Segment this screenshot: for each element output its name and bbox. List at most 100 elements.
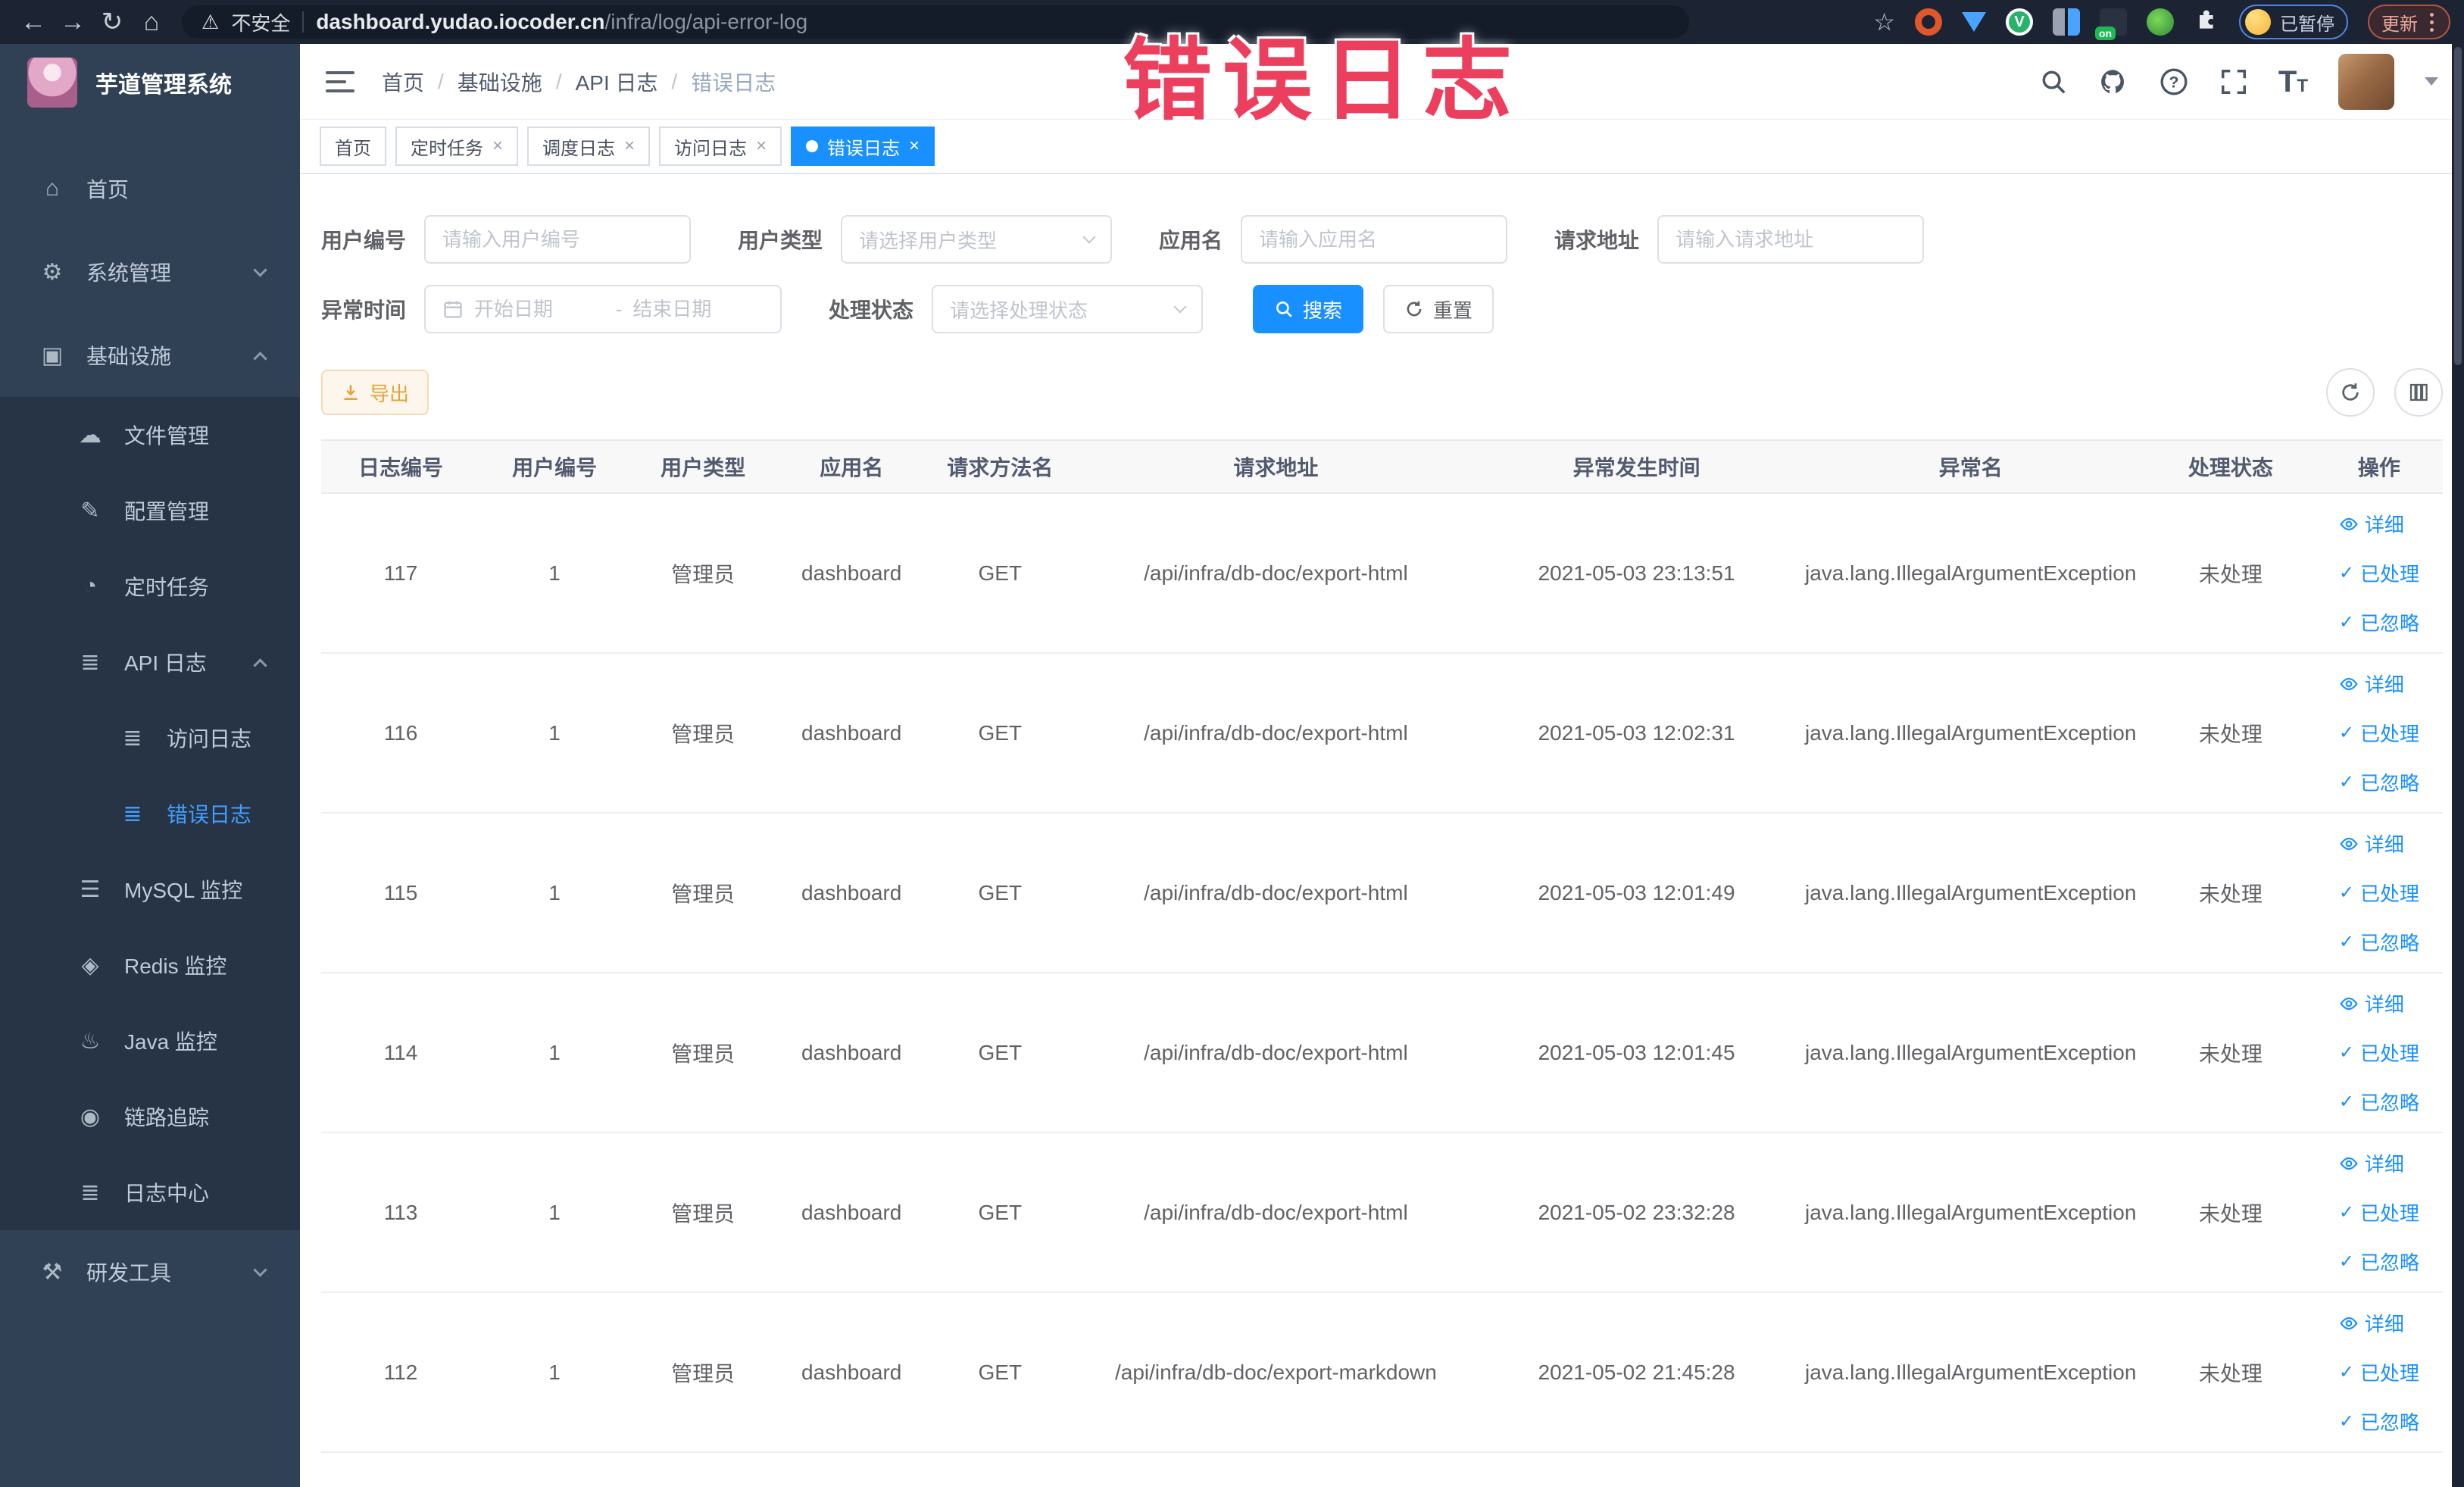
ext-onoff-icon[interactable]: on xyxy=(2095,8,2127,40)
sidebar-toggle-icon[interactable] xyxy=(326,70,354,92)
breadcrumb-item[interactable]: 首页 xyxy=(382,67,424,97)
sidebar-item-file-mgmt[interactable]: ☁ 文件管理 xyxy=(0,397,300,473)
update-chip[interactable]: 更新 xyxy=(2368,5,2450,39)
ext-shield-icon[interactable] xyxy=(1962,12,1986,32)
security-warning-icon[interactable]: ⚠ xyxy=(201,11,219,34)
tab-close-icon[interactable]: × xyxy=(909,136,920,157)
check-icon: ✓ xyxy=(2338,883,2354,903)
table-row: 114 1 管理员 dashboard GET/api/infra/db-doc/exp… xyxy=(321,973,2443,1133)
date-range-picker[interactable]: - xyxy=(424,285,782,333)
breadcrumb-item[interactable]: 基础设施 xyxy=(458,67,542,97)
check-icon: ✓ xyxy=(2338,1202,2354,1223)
processed-link[interactable]: ✓ 已处理 xyxy=(2339,879,2419,907)
sidebar-item-trace[interactable]: ◉ 链路追踪 xyxy=(0,1079,300,1154)
puzzle-icon[interactable] xyxy=(2194,9,2219,35)
home-button[interactable]: ⌂ xyxy=(132,0,171,44)
tab-调度日志[interactable]: 调度日志 × xyxy=(527,127,651,166)
help-icon[interactable]: ? xyxy=(2159,67,2189,97)
breadcrumb-separator: / xyxy=(671,69,678,93)
ext-orange-icon[interactable] xyxy=(1915,8,1942,36)
date-start-input[interactable] xyxy=(474,297,605,321)
forward-button[interactable]: → xyxy=(53,0,92,44)
processed-link[interactable]: ✓ 已处理 xyxy=(2339,719,2419,747)
search-icon[interactable] xyxy=(2039,67,2068,96)
ignored-link[interactable]: ✓ 已忽略 xyxy=(2339,1088,2419,1116)
sidebar-item-error-log[interactable]: ≣ 错误日志 xyxy=(0,776,300,851)
ignored-link[interactable]: ✓ 已忽略 xyxy=(2339,608,2419,636)
tab-close-icon[interactable]: × xyxy=(756,136,767,157)
sidebar-item-api-log[interactable]: ≣ API 日志 xyxy=(0,624,300,700)
breadcrumb-item[interactable]: API 日志 xyxy=(576,67,658,97)
detail-link[interactable]: 详细 xyxy=(2339,1149,2419,1177)
sidebar-item-system-mgmt[interactable]: ⚙ 系统管理 xyxy=(0,230,300,314)
detail-link[interactable]: 详细 xyxy=(2339,510,2419,538)
logo[interactable]: 芋道管理系统 xyxy=(0,44,300,121)
processed-link[interactable]: ✓ 已处理 xyxy=(2339,559,2419,587)
ext-plant-icon[interactable] xyxy=(2147,8,2174,36)
app-name-input[interactable] xyxy=(1241,215,1508,264)
tab-定时任务[interactable]: 定时任务 × xyxy=(395,127,519,166)
processed-link[interactable]: ✓ 已处理 xyxy=(2339,1358,2419,1386)
avatar[interactable] xyxy=(2338,53,2394,110)
ignored-link[interactable]: ✓ 已忽略 xyxy=(2339,928,2419,956)
cell-empty xyxy=(777,1452,926,1481)
avatar-caret-icon[interactable] xyxy=(2425,77,2438,86)
sidebar-item-config-mgmt[interactable]: ✎ 配置管理 xyxy=(0,473,300,548)
scrollbar[interactable] xyxy=(2452,44,2464,1487)
detail-link[interactable]: 详细 xyxy=(2339,829,2419,858)
sidebar-item-dev-tools[interactable]: ⚒ 研发工具 xyxy=(0,1230,300,1314)
ignored-link[interactable]: ✓ 已忽略 xyxy=(2339,1248,2419,1276)
detail-link[interactable]: 详细 xyxy=(2339,1309,2419,1337)
url-divider xyxy=(302,11,304,33)
tab-错误日志[interactable]: 错误日志 × xyxy=(791,127,935,166)
processed-link[interactable]: ✓ 已处理 xyxy=(2339,1039,2419,1067)
tab-close-icon[interactable]: × xyxy=(492,136,503,157)
request-url-input[interactable] xyxy=(1657,215,1925,264)
filter-process-status: 处理状态 请选择处理状态 xyxy=(829,285,1204,333)
back-button[interactable]: ← xyxy=(14,0,53,44)
tab-首页[interactable]: 首页 xyxy=(320,127,386,166)
profile-chip[interactable]: 已暂停 xyxy=(2239,5,2348,39)
ext-green-v-icon[interactable]: V xyxy=(2006,8,2033,36)
app-name-field[interactable] xyxy=(1259,227,1490,251)
kebab-menu-icon[interactable] xyxy=(2427,12,2437,32)
sidebar-item-java-monitor[interactable]: ♨ Java 监控 xyxy=(0,1003,300,1079)
sidebar-item-scheduled-jobs[interactable]: ◔ 定时任务 xyxy=(0,548,300,624)
sidebar-item-infrastructure[interactable]: ▣ 基础设施 xyxy=(0,314,300,397)
columns-circle-button[interactable] xyxy=(2394,368,2443,417)
export-button[interactable]: 导出 xyxy=(321,370,429,415)
cell-user-type: 管理员 xyxy=(629,813,778,973)
ignored-link[interactable]: ✓ 已忽略 xyxy=(2339,768,2419,796)
status-select[interactable]: 请选择处理状态 xyxy=(932,285,1204,333)
search-button[interactable]: 搜索 xyxy=(1253,285,1364,333)
github-icon[interactable] xyxy=(2098,67,2128,97)
scrollbar-thumb[interactable] xyxy=(2454,47,2462,365)
tab-close-icon[interactable]: × xyxy=(624,136,635,157)
user-id-field[interactable] xyxy=(442,227,673,251)
address-bar[interactable]: ⚠ 不安全 dashboard.yudao.iocoder.cn/infra/l… xyxy=(182,5,1689,39)
tab-访问日志[interactable]: 访问日志 × xyxy=(659,127,782,166)
table-tools xyxy=(2326,368,2443,417)
user-id-input[interactable] xyxy=(424,215,692,264)
refresh-circle-button[interactable] xyxy=(2326,368,2375,417)
detail-link[interactable]: 详细 xyxy=(2339,670,2419,698)
sidebar-item-log-center[interactable]: ≣ 日志中心 xyxy=(0,1154,300,1230)
user-type-select[interactable]: 请选择用户类型 xyxy=(841,215,1113,264)
action-label: 已忽略 xyxy=(2359,1251,2419,1274)
reload-button[interactable]: ↻ xyxy=(92,0,132,44)
date-end-input[interactable] xyxy=(632,297,764,321)
processed-link[interactable]: ✓ 已处理 xyxy=(2339,1198,2419,1226)
ext-grid-icon[interactable] xyxy=(2053,8,2080,36)
ignored-link[interactable]: ✓ 已忽略 xyxy=(2339,1407,2419,1435)
sidebar-item-redis-monitor[interactable]: ◈ Redis 监控 xyxy=(0,927,300,1003)
detail-link[interactable]: 详细 xyxy=(2339,989,2419,1017)
font-size-icon[interactable]: TT xyxy=(2278,67,2308,97)
fullscreen-icon[interactable] xyxy=(2219,67,2248,96)
sidebar-item-home[interactable]: ⌂ 首页 xyxy=(0,147,300,230)
reset-button[interactable]: 重置 xyxy=(1383,285,1494,333)
request-url-field[interactable] xyxy=(1675,227,1907,251)
cell-exception: java.lang.IllegalArgumentException xyxy=(1795,653,2146,814)
sidebar-item-access-log[interactable]: ≣ 访问日志 xyxy=(0,700,300,776)
bookmark-star-icon[interactable]: ☆ xyxy=(1873,8,1895,36)
sidebar-item-mysql-monitor[interactable]: ☰ MySQL 监控 xyxy=(0,851,300,927)
